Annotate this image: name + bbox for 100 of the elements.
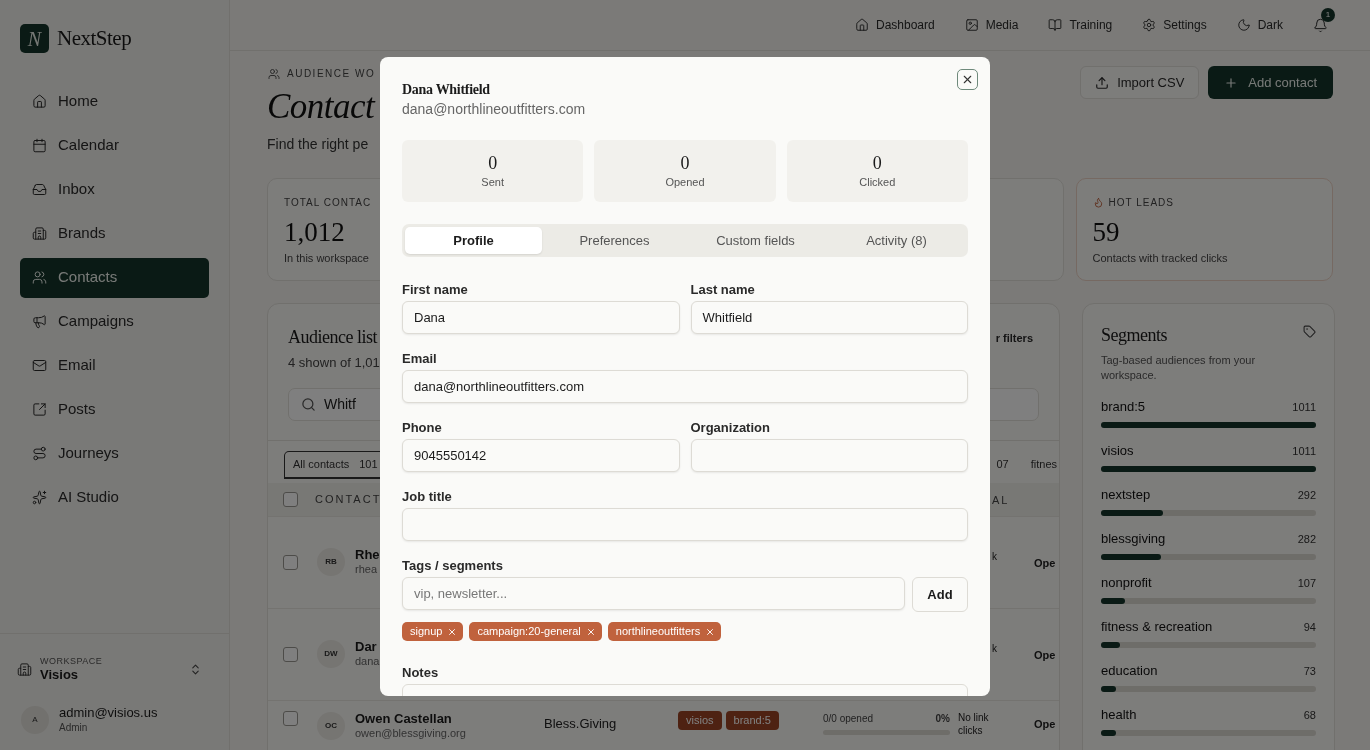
top-nav-link[interactable]: Training bbox=[1048, 16, 1113, 34]
stat-label: Sent bbox=[481, 174, 504, 190]
share-icon bbox=[32, 402, 47, 417]
nav-item[interactable]: Brands bbox=[20, 213, 209, 254]
stat-note: Contacts with tracked clicks bbox=[1092, 251, 1228, 266]
top-nav-link[interactable]: Dashboard bbox=[854, 16, 935, 34]
user-email: admin@visios.us bbox=[59, 705, 158, 722]
nav-item[interactable]: Campaigns bbox=[20, 301, 209, 342]
filter-tab[interactable]: 07 bbox=[996, 456, 1009, 473]
field-label: Notes bbox=[402, 665, 440, 681]
nav-item[interactable]: Home bbox=[20, 81, 209, 122]
top-nav-link[interactable]: Settings bbox=[1142, 16, 1207, 34]
close-button[interactable] bbox=[957, 69, 978, 90]
contact-avatar: OC bbox=[317, 711, 345, 740]
top-nav-link[interactable]: Media bbox=[964, 16, 1019, 34]
tab[interactable]: Custom fields bbox=[687, 227, 824, 254]
column-header: CONTACT bbox=[315, 491, 382, 507]
image-icon bbox=[964, 18, 979, 32]
field-label: Organization bbox=[690, 420, 771, 436]
nav-item[interactable]: Contacts bbox=[20, 257, 209, 298]
segment-name[interactable]: visios bbox=[1101, 443, 1134, 459]
contact-name[interactable]: Owen Castellan bbox=[355, 710, 466, 727]
stat-value: 1,012 bbox=[284, 216, 345, 249]
sparkles-icon bbox=[32, 490, 47, 505]
user-avatar: A bbox=[21, 705, 49, 734]
nav-item[interactable]: Inbox bbox=[20, 169, 209, 210]
nav-item[interactable]: Calendar bbox=[20, 125, 209, 166]
remove-icon[interactable] bbox=[585, 626, 596, 637]
field-label: Phone bbox=[402, 420, 443, 436]
add-contact-button[interactable]: Add contact bbox=[1208, 66, 1333, 99]
page-eyebrow: AUDIENCE WO bbox=[287, 67, 376, 81]
contact-name[interactable]: Dar bbox=[355, 639, 380, 656]
building-icon bbox=[17, 662, 32, 677]
import-csv-button[interactable]: Import CSV bbox=[1080, 66, 1200, 99]
tag-icon bbox=[1303, 325, 1316, 338]
users-icon bbox=[32, 270, 47, 285]
checkbox[interactable] bbox=[283, 554, 298, 570]
panel-count: 4 shown of 1,01 bbox=[288, 354, 380, 372]
remove-icon[interactable] bbox=[447, 626, 458, 637]
segment-count: 68 bbox=[1303, 708, 1316, 723]
field-label: Tags / segments bbox=[402, 558, 504, 574]
status-text: Ope bbox=[1034, 557, 1056, 569]
checkbox[interactable] bbox=[283, 710, 298, 726]
text-field[interactable] bbox=[402, 508, 968, 541]
segment-name[interactable]: nonprofit bbox=[1101, 575, 1152, 591]
dialog-email: dana@northlineoutfitters.com bbox=[402, 100, 587, 119]
segment-name[interactable]: health bbox=[1101, 707, 1137, 723]
text-field[interactable] bbox=[690, 439, 968, 472]
text-field[interactable]: dana@northlineoutfitters.com bbox=[402, 370, 968, 403]
stat-label: TOTAL CONTAC bbox=[284, 196, 372, 210]
remove-icon[interactable] bbox=[705, 626, 716, 637]
segment-name[interactable]: fitness & recreation bbox=[1101, 619, 1213, 635]
nav-item[interactable]: Email bbox=[20, 345, 209, 386]
contact-name[interactable]: Rhe bbox=[355, 547, 380, 564]
segment-name[interactable]: education bbox=[1101, 663, 1158, 679]
tag-chip: signup bbox=[402, 622, 464, 641]
nav-item[interactable]: AI Studio bbox=[20, 477, 209, 518]
chevrons-icon[interactable] bbox=[189, 663, 202, 676]
tab[interactable]: Activity (8) bbox=[828, 227, 965, 254]
stat-label: Opened bbox=[665, 174, 705, 190]
search-icon bbox=[301, 396, 316, 412]
text-field[interactable]: Dana bbox=[402, 301, 680, 334]
contact-email: dana bbox=[355, 655, 380, 669]
house-icon bbox=[32, 94, 47, 109]
segment-count: 94 bbox=[1303, 620, 1316, 635]
status-text: Ope bbox=[1034, 649, 1056, 661]
stat-note: In this workspace bbox=[284, 251, 369, 266]
nav-item[interactable]: Journeys bbox=[20, 433, 209, 474]
tag-chip: campaign:20-general bbox=[469, 622, 602, 641]
text-field[interactable]: Whitfield bbox=[690, 301, 968, 334]
segment-name[interactable]: brand:5 bbox=[1101, 399, 1146, 415]
tag-chip: visios bbox=[678, 710, 722, 730]
tab[interactable]: Profile bbox=[405, 227, 542, 254]
plus-icon bbox=[1224, 75, 1239, 90]
text-field[interactable]: 9045550142 bbox=[402, 439, 680, 472]
stat-value: 0 bbox=[488, 151, 498, 174]
building-icon bbox=[32, 226, 47, 241]
segment-name[interactable]: blessgiving bbox=[1101, 531, 1166, 547]
top-nav-link[interactable]: Dark bbox=[1236, 16, 1283, 34]
bell-icon[interactable] bbox=[1313, 17, 1328, 33]
panel-title: Audience list bbox=[288, 326, 379, 349]
tags-field[interactable]: vip, newsletter... bbox=[402, 577, 905, 610]
page-title: Contact bbox=[267, 86, 375, 128]
tag-chip: brand:5 bbox=[725, 710, 779, 730]
segment-count: 1011 bbox=[1292, 400, 1316, 415]
field-label: Last name bbox=[690, 282, 756, 298]
checkbox[interactable] bbox=[283, 646, 298, 662]
clear-filters-link[interactable]: r filters bbox=[995, 330, 1033, 373]
flame-icon bbox=[1092, 197, 1104, 208]
nav-item[interactable]: Posts bbox=[20, 389, 209, 430]
close-icon bbox=[961, 73, 974, 86]
filter-tab[interactable]: fitnes bbox=[1030, 456, 1057, 473]
tab[interactable]: Preferences bbox=[546, 227, 683, 254]
segment-count: 292 bbox=[1297, 488, 1316, 503]
open-rate: 0% bbox=[935, 711, 950, 726]
segment-count: 1011 bbox=[1292, 444, 1316, 459]
add-tag-button[interactable]: Add bbox=[912, 577, 968, 612]
checkbox[interactable] bbox=[283, 491, 298, 507]
house-icon bbox=[854, 18, 869, 32]
segment-name[interactable]: nextstep bbox=[1101, 487, 1151, 503]
